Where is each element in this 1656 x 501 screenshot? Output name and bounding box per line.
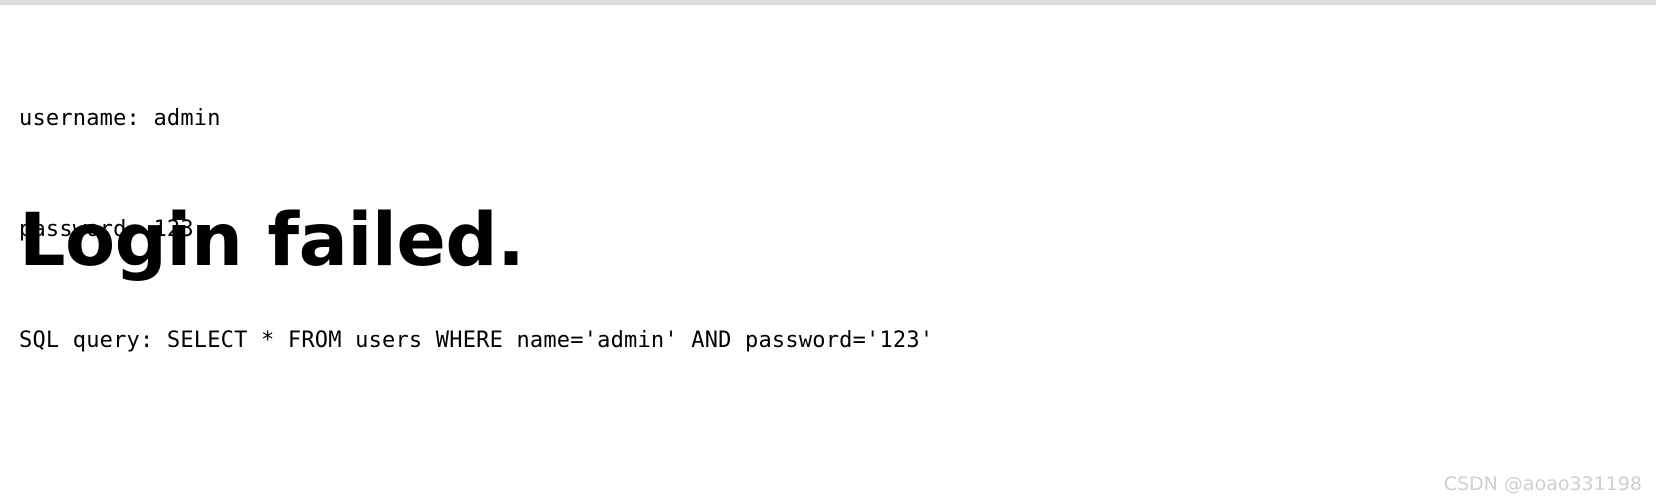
username-output-line: username: admin	[19, 106, 221, 131]
page-body: username: admin password: 123 SQL query:…	[0, 5, 1656, 501]
sql-query-output-line: SQL query: SELECT * FROM users WHERE nam…	[19, 328, 934, 353]
login-result-heading: Login failed.	[19, 198, 525, 283]
csdn-watermark: CSDN @aoao331198	[1443, 473, 1642, 495]
